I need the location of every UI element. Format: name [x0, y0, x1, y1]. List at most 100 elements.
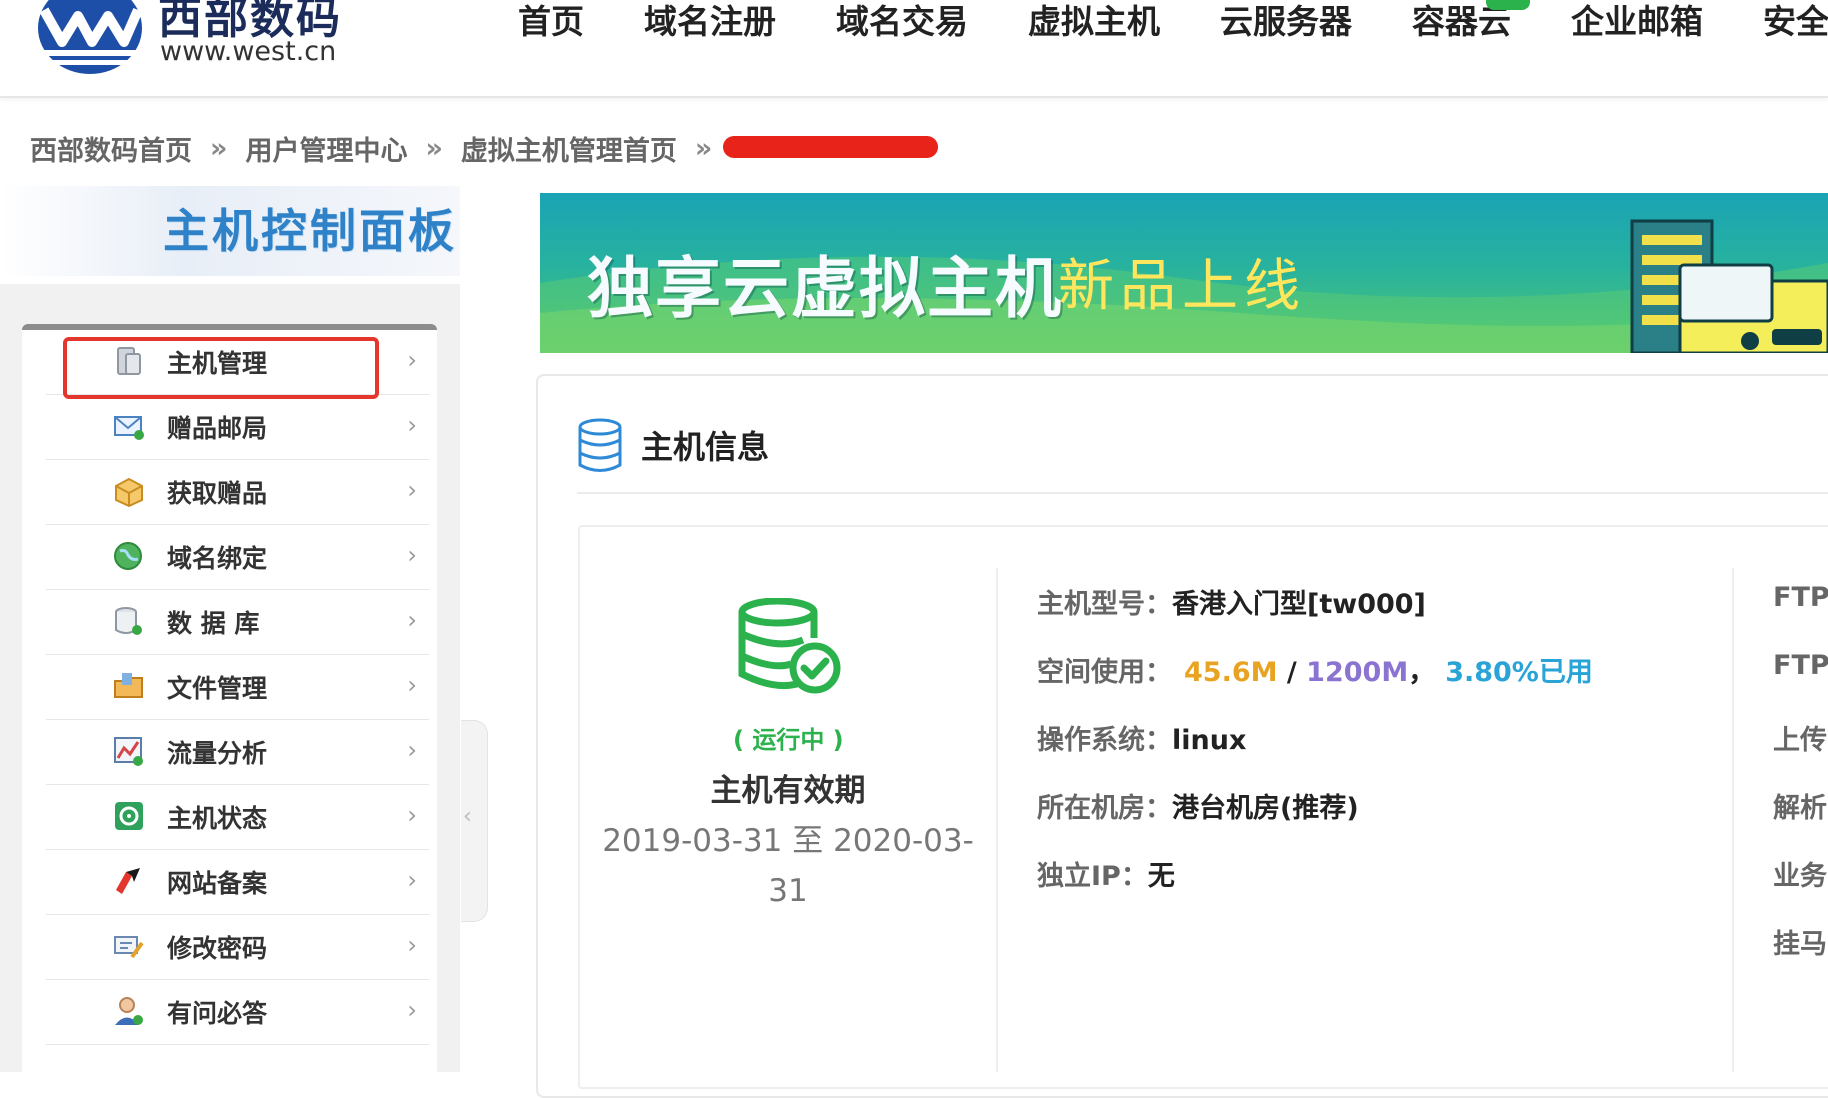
host-model-row: 主机型号：香港入门型[tw000] [1037, 582, 1426, 621]
breadcrumb-home[interactable]: 西部数码首页 [30, 129, 192, 168]
status-icon [115, 802, 143, 830]
chevron-right-icon: › [407, 606, 417, 634]
os-value: linux [1172, 725, 1247, 756]
space-separator: / [1277, 657, 1307, 688]
sidebar-item-label: 赠品邮局 [167, 414, 268, 443]
server-room-row: 所在机房：港台机房(推荐) [1037, 786, 1359, 825]
space-comma: ， [1408, 657, 1436, 688]
breadcrumb-user-center[interactable]: 用户管理中心 [245, 129, 407, 168]
record-icon [116, 868, 140, 894]
field-label: 主机型号： [1037, 589, 1172, 620]
server-illustration-icon [1630, 219, 1828, 353]
sidebar-item-label: 修改密码 [167, 934, 268, 963]
field-label: 操作系统： [1037, 725, 1172, 756]
breadcrumb-separator: » [425, 132, 443, 164]
nav-enterprise-mail[interactable]: 企业邮箱 [1571, 0, 1703, 44]
dedicated-ip-row: 独立IP：无 [1037, 854, 1175, 893]
chart-icon [114, 737, 143, 766]
sidebar-item-faq[interactable]: 有问必答 › [46, 980, 429, 1045]
resolve-label: 解析 [1773, 793, 1827, 824]
nav-domain-trade[interactable]: 域名交易 [836, 0, 968, 44]
folder-icon [114, 673, 143, 698]
breadcrumb-vhost-home[interactable]: 虚拟主机管理首页 [461, 129, 677, 168]
sidebar-item-host-status[interactable]: 主机状态 › [46, 785, 429, 850]
nav-cloud-server[interactable]: 云服务器 [1220, 0, 1352, 44]
ftp-label: FTP [1773, 650, 1828, 681]
field-label: 空间使用： [1037, 657, 1172, 688]
divider [577, 492, 1828, 494]
server-room-value: 港台机房(推荐) [1172, 793, 1359, 824]
selected-item-highlight [63, 337, 379, 399]
space-percent-value: 3.80%已用 [1445, 657, 1593, 688]
logo-url[interactable]: www.west.cn [160, 36, 336, 67]
database-icon [578, 418, 622, 472]
sidebar-item-label: 有问必答 [167, 999, 268, 1028]
chevron-left-icon: ‹ [463, 804, 472, 829]
chevron-right-icon: › [407, 476, 417, 504]
chevron-right-icon: › [407, 671, 417, 699]
column-divider [1732, 568, 1734, 1072]
password-icon [114, 936, 144, 959]
chevron-right-icon: › [407, 346, 417, 374]
database-icon [115, 607, 142, 635]
sidebar-item-get-gift[interactable]: 获取赠品 › [46, 460, 429, 525]
nav-security[interactable]: 安全 [1763, 0, 1828, 44]
status-badge: ( 运行中 ) [733, 726, 844, 754]
mail-icon [114, 416, 144, 440]
sidebar-item-label: 域名绑定 [167, 544, 268, 573]
chevron-right-icon: › [407, 801, 417, 829]
panel-title: 主机控制面板 [163, 204, 457, 258]
host-model-value: 香港入门型[tw000] [1172, 589, 1426, 620]
section-title: 主机信息 [641, 428, 770, 466]
sidebar-item-traffic-analysis[interactable]: 流量分析 › [46, 720, 429, 785]
site-header: 西部数码 www.west.cn 首页 域名注册 域名交易 虚拟主机 云服务器 … [0, 0, 1828, 98]
dedicated-ip-value: 无 [1147, 861, 1175, 892]
breadcrumb-separator: » [694, 132, 713, 164]
sidebar-item-domain-binding[interactable]: 域名绑定 › [46, 525, 429, 590]
validity-label: 主机有效期 [710, 773, 866, 809]
chevron-right-icon: › [407, 736, 417, 764]
chevron-right-icon: › [407, 866, 417, 894]
banner-title: 独享云虚拟主机 [587, 250, 1063, 327]
sidebar-item-label: 网站备案 [167, 869, 268, 898]
breadcrumb: 西部数码首页 » 用户管理中心 » 虚拟主机管理首页 » [30, 125, 730, 171]
business-label: 业务 [1773, 861, 1827, 892]
sidebar-item-file-management[interactable]: 文件管理 › [46, 655, 429, 720]
nav-new-badge [1486, 0, 1530, 10]
nav-domain-register[interactable]: 域名注册 [644, 0, 776, 44]
upload-label: 上传 [1773, 725, 1827, 756]
gift-box-icon [115, 477, 143, 508]
sidebar-item-change-password[interactable]: 修改密码 › [46, 915, 429, 980]
field-label: 所在机房： [1037, 793, 1172, 824]
sidebar-item-label: 获取赠品 [167, 479, 268, 508]
column-divider [996, 568, 998, 1072]
space-usage-row: 空间使用： 45.6M / 1200M， 3.80%已用 [1037, 650, 1593, 689]
breadcrumb-separator: » [210, 132, 228, 164]
field-label: 独立IP： [1037, 861, 1148, 892]
sidebar-item-label: 文件管理 [167, 674, 268, 703]
banner-subtitle: 新品上线 [1058, 254, 1306, 319]
redaction-mark [723, 136, 938, 158]
sidebar-item-label: 数 据 库 [167, 609, 260, 638]
west-logo-icon[interactable] [34, 0, 146, 76]
chevron-right-icon: › [407, 411, 417, 439]
globe-icon [114, 542, 142, 570]
chevron-right-icon: › [407, 541, 417, 569]
malware-label: 挂马 [1773, 929, 1827, 960]
sidebar-item-database[interactable]: 数 据 库 › [46, 590, 429, 655]
chevron-right-icon: › [407, 996, 417, 1024]
space-used-value: 45.6M [1184, 657, 1278, 688]
sidebar-item-gift-mail[interactable]: 赠品邮局 › [46, 395, 429, 460]
database-check-icon [738, 598, 841, 694]
chevron-right-icon: › [407, 931, 417, 959]
nav-home[interactable]: 首页 [518, 0, 584, 44]
os-row: 操作系统：linux [1037, 718, 1246, 757]
sidebar-item-site-record[interactable]: 网站备案 › [46, 850, 429, 915]
support-user-icon [115, 997, 143, 1025]
validity-range: 2019-03-31 至 2020-03-31 [602, 823, 974, 909]
sidebar-menu: 主机管理 › 赠品邮局 › 获取赠品 › 域名绑定 › 数 据 库 › 文件管理… [22, 324, 437, 1078]
nav-virtual-host[interactable]: 虚拟主机 [1028, 0, 1160, 44]
main-nav: 首页 域名注册 域名交易 虚拟主机 云服务器 容器云 企业邮箱 安全 [518, 0, 1828, 44]
space-total-value: 1200M [1306, 657, 1409, 688]
ftp-label: FTP [1773, 582, 1828, 613]
